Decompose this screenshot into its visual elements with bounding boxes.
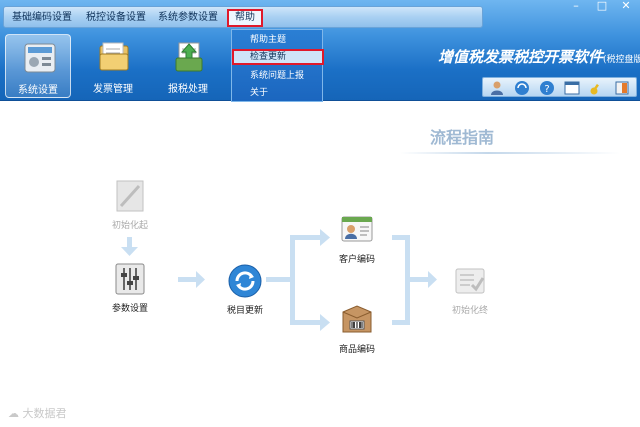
menu-check-update[interactable]: 检查更新 [232,49,324,65]
app-title: 增值税发票税控开票软件(税控盘版) [438,46,640,68]
user-icon[interactable] [489,80,505,96]
node-label-tax-update: 税目更新 [226,306,263,316]
node-label-init-end: 初始化终 [451,306,488,316]
arrow-right-3-shaft [408,277,428,282]
arrow-right-2-shaft [266,277,292,282]
help-dropdown-menu: 帮助主题 检查更新 系统问题上报 关于 [231,29,324,102]
folder-icon [99,42,129,71]
node-label-customer: 客户编码 [338,255,375,265]
menu-basic-coding[interactable]: 基础编码设置 [12,10,72,26]
nav-system-settings[interactable]: 系统设置 [5,34,71,98]
window-icon[interactable] [564,80,580,96]
tax-report-icon [175,42,203,72]
bracket-left-bottom [290,320,320,325]
menu-tax-device[interactable]: 税控设备设置 [86,10,146,26]
watermark-logo-icon: ☁ [8,407,19,420]
sliders-icon [115,263,145,295]
nav-label-invoice-management: 发票管理 [93,84,133,95]
menu-bar: 基础编码设置 税控设备设置 系统参数设置 帮助 [3,6,483,28]
product-box-icon [342,305,372,333]
init-start-icon [116,180,144,212]
nav-label-system-settings: 系统设置 [18,85,58,96]
help-icon[interactable]: ? [539,80,555,96]
menu-help-topics[interactable]: 帮助主题 [232,32,322,48]
quick-toolbar: ? [482,77,637,97]
nav-tax-report[interactable]: 报税处理 [155,34,221,98]
node-label-product: 商品编码 [338,345,375,355]
menu-help[interactable]: 帮助 [227,9,263,27]
node-label-params: 参数设置 [111,304,148,314]
maximize-button[interactable]: □ [592,0,612,14]
refresh-icon[interactable] [514,80,530,96]
arrow-right-1-head [196,271,205,288]
watermark-text: 大数据君 [22,407,67,420]
svg-text:?: ? [544,84,549,95]
arrow-right-1-shaft [178,277,196,282]
arrow-right-3-head [428,271,437,288]
customer-card-icon [341,216,373,242]
menu-report-issue[interactable]: 系统问题上报 [232,68,322,84]
bracket-left-top-head [320,229,330,246]
key-icon[interactable] [589,80,605,96]
node-label-init-start: 初始化起 [111,221,148,231]
nav-invoice-management[interactable]: 发票管理 [80,34,146,98]
app-subtitle: (税控盘版) [603,55,640,65]
update-icon [228,264,262,298]
nav-label-tax-report: 报税处理 [168,84,208,95]
menu-about[interactable]: 关于 [232,85,322,101]
bracket-left-bottom-head [320,314,330,331]
menu-system-params[interactable]: 系统参数设置 [158,10,218,26]
bracket-left-top [290,235,320,240]
exit-icon[interactable] [614,80,630,96]
bracket-left-vertical [290,237,295,323]
flow-connectors [121,229,437,331]
arrow-down-head [121,247,138,256]
minimize-button[interactable]: – [566,0,586,14]
close-button[interactable]: ✕ [616,0,636,14]
init-end-icon [455,268,485,294]
app-title-text: 增值税发票税控开票软件 [438,48,604,66]
settings-icon [24,43,56,73]
watermark: ☁ 大数据君 [8,405,108,423]
